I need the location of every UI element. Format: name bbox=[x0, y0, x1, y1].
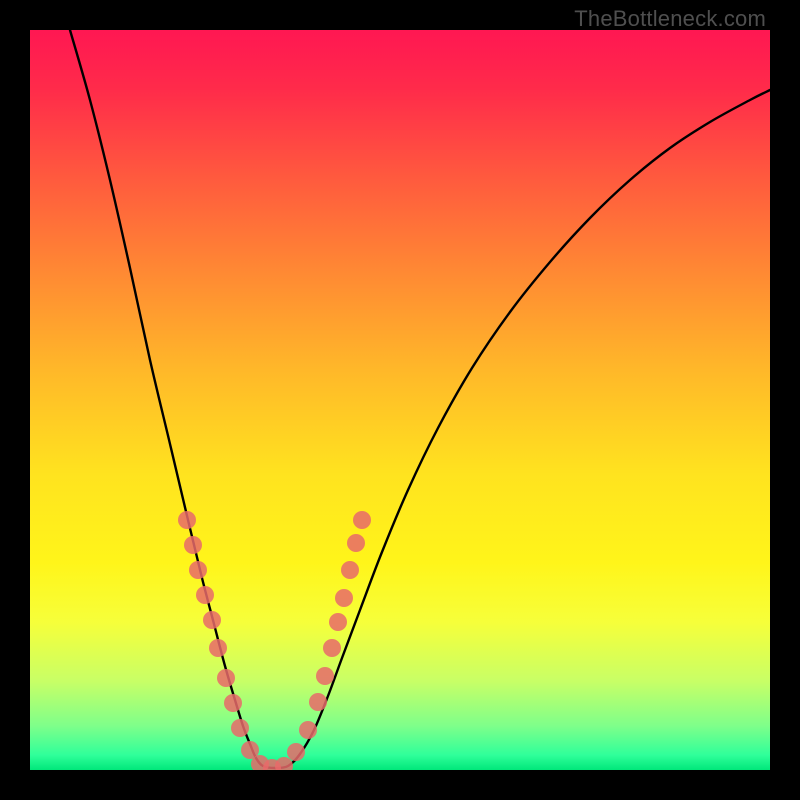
chart-svg bbox=[30, 30, 770, 770]
data-point bbox=[316, 667, 334, 685]
data-point bbox=[217, 669, 235, 687]
bottleneck-curve bbox=[70, 30, 770, 768]
data-point bbox=[178, 511, 196, 529]
data-point bbox=[323, 639, 341, 657]
watermark-text: TheBottleneck.com bbox=[574, 6, 766, 32]
chart-frame: TheBottleneck.com bbox=[0, 0, 800, 800]
data-point bbox=[189, 561, 207, 579]
data-point bbox=[341, 561, 359, 579]
plot-area bbox=[30, 30, 770, 770]
data-point bbox=[309, 693, 327, 711]
data-point bbox=[203, 611, 221, 629]
data-point bbox=[224, 694, 242, 712]
data-point bbox=[335, 589, 353, 607]
data-point bbox=[329, 613, 347, 631]
data-point bbox=[347, 534, 365, 552]
data-point bbox=[209, 639, 227, 657]
data-point bbox=[299, 721, 317, 739]
data-point bbox=[184, 536, 202, 554]
data-point bbox=[196, 586, 214, 604]
data-point bbox=[353, 511, 371, 529]
data-points-group bbox=[178, 511, 371, 770]
data-point bbox=[287, 743, 305, 761]
data-point bbox=[231, 719, 249, 737]
